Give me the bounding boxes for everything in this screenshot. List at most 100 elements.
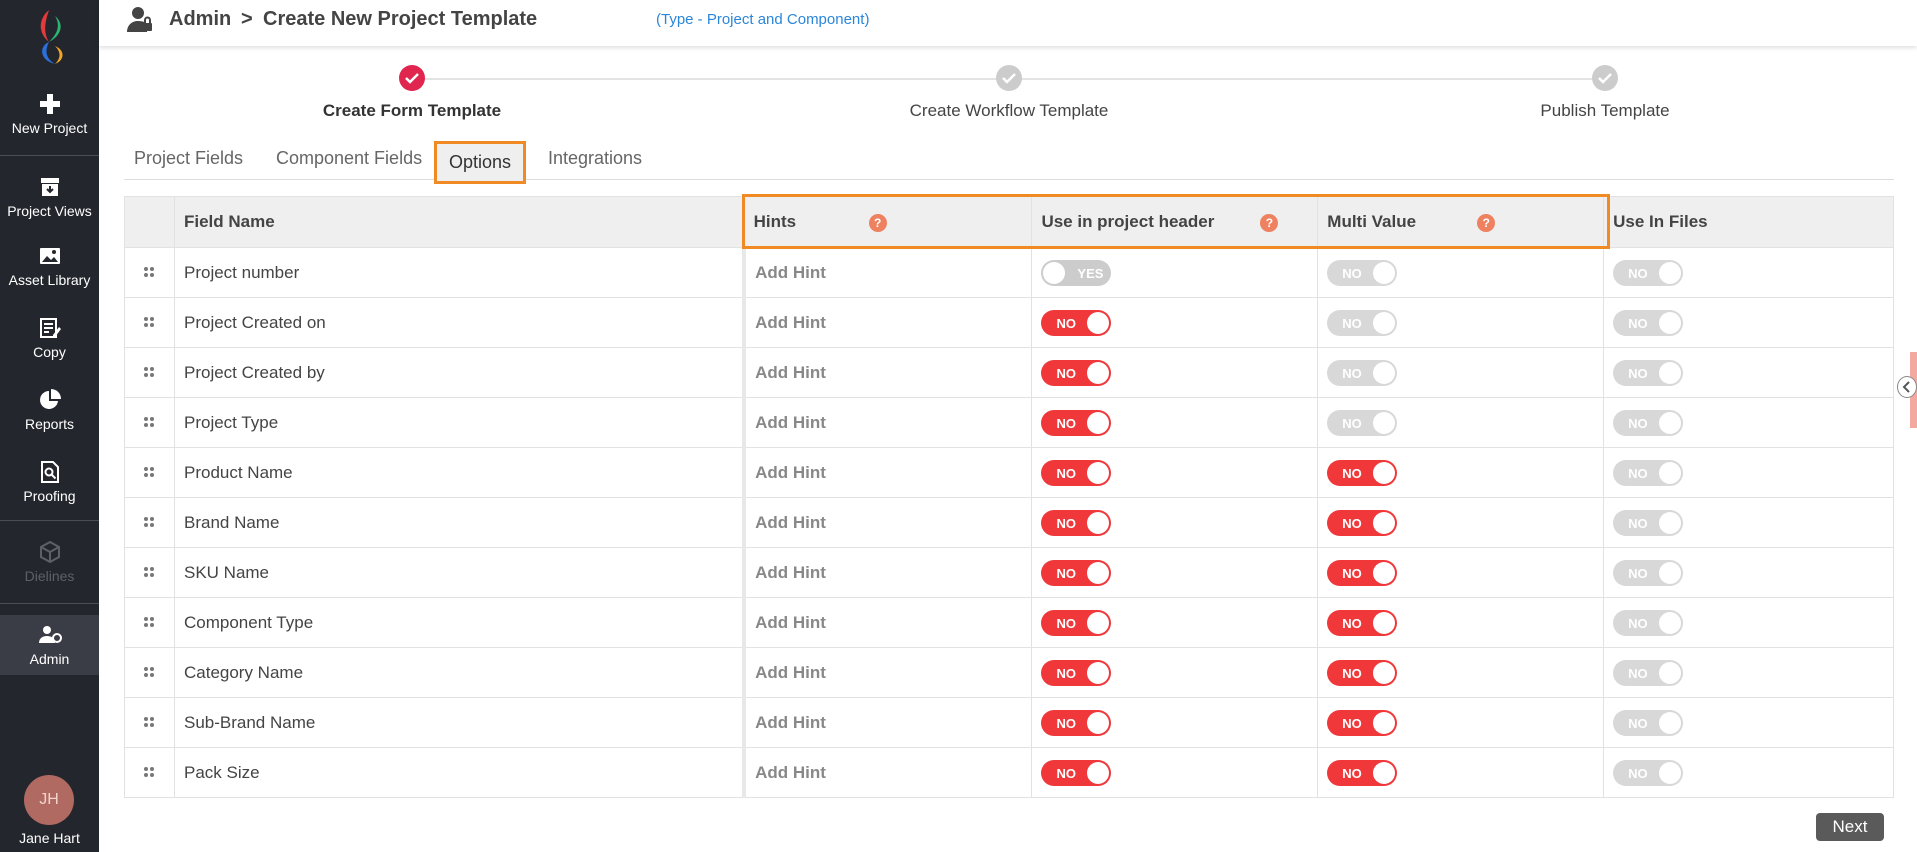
project-header-toggle[interactable]: NO — [1041, 359, 1112, 386]
multi-value-toggle[interactable]: NO — [1327, 359, 1398, 386]
collapse-panel-button[interactable] — [1897, 376, 1917, 398]
help-icon[interactable]: ? — [868, 214, 887, 232]
drag-cell[interactable] — [124, 747, 175, 798]
drag-cell[interactable] — [124, 597, 175, 648]
drag-handle-icon[interactable] — [143, 466, 155, 478]
drag-cell[interactable] — [124, 297, 175, 348]
step-2-check-icon[interactable] — [996, 65, 1022, 91]
table-row[interactable]: Brand Name Add Hint NO NO NO — [124, 497, 1894, 548]
add-hint-link[interactable]: Add Hint — [742, 397, 1033, 448]
multi-value-toggle[interactable]: NO — [1327, 509, 1398, 536]
table-row[interactable]: Project number Add Hint YES NO NO — [124, 247, 1894, 298]
use-in-files-toggle[interactable]: NO — [1613, 309, 1684, 336]
step-1-check-icon[interactable] — [399, 65, 425, 91]
app-logo-icon[interactable] — [25, 6, 75, 66]
step-2-label[interactable]: Create Workflow Template — [910, 101, 1109, 121]
sidebar-item-asset-library[interactable]: Asset Library — [0, 244, 99, 288]
table-row[interactable]: Category Name Add Hint NO NO NO — [124, 647, 1894, 698]
add-hint-link[interactable]: Add Hint — [742, 647, 1033, 698]
table-row[interactable]: Sub-Brand Name Add Hint NO NO NO — [124, 697, 1894, 748]
table-row[interactable]: SKU Name Add Hint NO NO NO — [124, 547, 1894, 598]
project-header-toggle[interactable]: NO — [1041, 759, 1112, 786]
drag-handle-icon[interactable] — [143, 266, 155, 278]
project-header-toggle[interactable]: NO — [1041, 409, 1112, 436]
use-in-files-toggle[interactable]: NO — [1613, 559, 1684, 586]
add-hint-link[interactable]: Add Hint — [742, 347, 1033, 398]
drag-cell[interactable] — [124, 247, 175, 298]
use-in-files-toggle[interactable]: NO — [1613, 259, 1684, 286]
sidebar-item-copy[interactable]: Copy — [0, 316, 99, 360]
project-header-toggle[interactable]: NO — [1041, 509, 1112, 536]
drag-cell[interactable] — [124, 697, 175, 748]
project-header-toggle[interactable]: NO — [1041, 659, 1112, 686]
help-icon[interactable]: ? — [1260, 214, 1279, 232]
drag-cell[interactable] — [124, 397, 175, 448]
add-hint-link[interactable]: Add Hint — [742, 597, 1033, 648]
add-hint-link[interactable]: Add Hint — [742, 297, 1033, 348]
multi-value-toggle[interactable]: NO — [1327, 659, 1398, 686]
step-3-label[interactable]: Publish Template — [1540, 101, 1669, 121]
project-header-toggle[interactable]: NO — [1041, 459, 1112, 486]
add-hint-link[interactable]: Add Hint — [742, 747, 1033, 798]
sidebar-item-reports[interactable]: Reports — [0, 388, 99, 432]
tab-component-fields[interactable]: Component Fields — [276, 148, 422, 169]
table-row[interactable]: Project Type Add Hint NO NO NO — [124, 397, 1894, 448]
avatar[interactable]: JH — [24, 775, 74, 825]
sidebar-item-admin[interactable]: Admin — [0, 615, 99, 675]
drag-handle-icon[interactable] — [143, 766, 155, 778]
table-row[interactable]: Project Created on Add Hint NO NO NO — [124, 297, 1894, 348]
use-in-files-toggle[interactable]: NO — [1613, 659, 1684, 686]
table-row[interactable]: Component Type Add Hint NO NO NO — [124, 597, 1894, 648]
multi-value-toggle[interactable]: NO — [1327, 709, 1398, 736]
project-header-toggle[interactable]: NO — [1041, 609, 1112, 636]
drag-cell[interactable] — [124, 547, 175, 598]
next-button[interactable]: Next — [1816, 813, 1884, 841]
add-hint-link[interactable]: Add Hint — [742, 447, 1033, 498]
project-header-toggle[interactable]: NO — [1041, 309, 1112, 336]
drag-handle-icon[interactable] — [143, 566, 155, 578]
tab-integrations[interactable]: Integrations — [548, 148, 642, 169]
project-header-toggle[interactable]: YES — [1041, 259, 1112, 286]
multi-value-toggle[interactable]: NO — [1327, 259, 1398, 286]
table-row[interactable]: Pack Size Add Hint NO NO NO — [124, 747, 1894, 798]
add-hint-link[interactable]: Add Hint — [742, 697, 1033, 748]
sidebar-item-proofing[interactable]: Proofing — [0, 460, 99, 504]
multi-value-toggle[interactable]: NO — [1327, 759, 1398, 786]
project-header-toggle[interactable]: NO — [1041, 559, 1112, 586]
use-in-files-toggle[interactable]: NO — [1613, 609, 1684, 636]
multi-value-toggle[interactable]: NO — [1327, 609, 1398, 636]
breadcrumb-admin[interactable]: Admin — [169, 8, 231, 31]
use-in-files-toggle[interactable]: NO — [1613, 409, 1684, 436]
drag-cell[interactable] — [124, 347, 175, 398]
drag-handle-icon[interactable] — [143, 666, 155, 678]
step-1-label[interactable]: Create Form Template — [323, 101, 501, 121]
use-in-files-toggle[interactable]: NO — [1613, 509, 1684, 536]
add-hint-link[interactable]: Add Hint — [742, 547, 1033, 598]
help-icon[interactable]: ? — [1477, 214, 1496, 232]
use-in-files-toggle[interactable]: NO — [1613, 359, 1684, 386]
use-in-files-toggle[interactable]: NO — [1613, 709, 1684, 736]
multi-value-toggle[interactable]: NO — [1327, 309, 1398, 336]
add-hint-link[interactable]: Add Hint — [742, 247, 1033, 298]
drag-cell[interactable] — [124, 647, 175, 698]
use-in-files-toggle[interactable]: NO — [1613, 459, 1684, 486]
drag-handle-icon[interactable] — [143, 716, 155, 728]
tab-options[interactable]: Options — [434, 141, 527, 184]
table-row[interactable]: Product Name Add Hint NO NO NO — [124, 447, 1894, 498]
multi-value-toggle[interactable]: NO — [1327, 459, 1398, 486]
drag-handle-icon[interactable] — [143, 416, 155, 428]
multi-value-toggle[interactable]: NO — [1327, 559, 1398, 586]
sidebar-item-new-project[interactable]: New Project — [0, 92, 99, 136]
use-in-files-toggle[interactable]: NO — [1613, 759, 1684, 786]
drag-cell[interactable] — [124, 497, 175, 548]
drag-handle-icon[interactable] — [143, 316, 155, 328]
step-3-check-icon[interactable] — [1592, 65, 1618, 91]
table-row[interactable]: Project Created by Add Hint NO NO NO — [124, 347, 1894, 398]
drag-handle-icon[interactable] — [143, 516, 155, 528]
sidebar-item-project-views[interactable]: Project Views — [0, 175, 99, 219]
multi-value-toggle[interactable]: NO — [1327, 409, 1398, 436]
drag-handle-icon[interactable] — [143, 366, 155, 378]
drag-cell[interactable] — [124, 447, 175, 498]
tab-project-fields[interactable]: Project Fields — [134, 148, 243, 169]
drag-handle-icon[interactable] — [143, 616, 155, 628]
